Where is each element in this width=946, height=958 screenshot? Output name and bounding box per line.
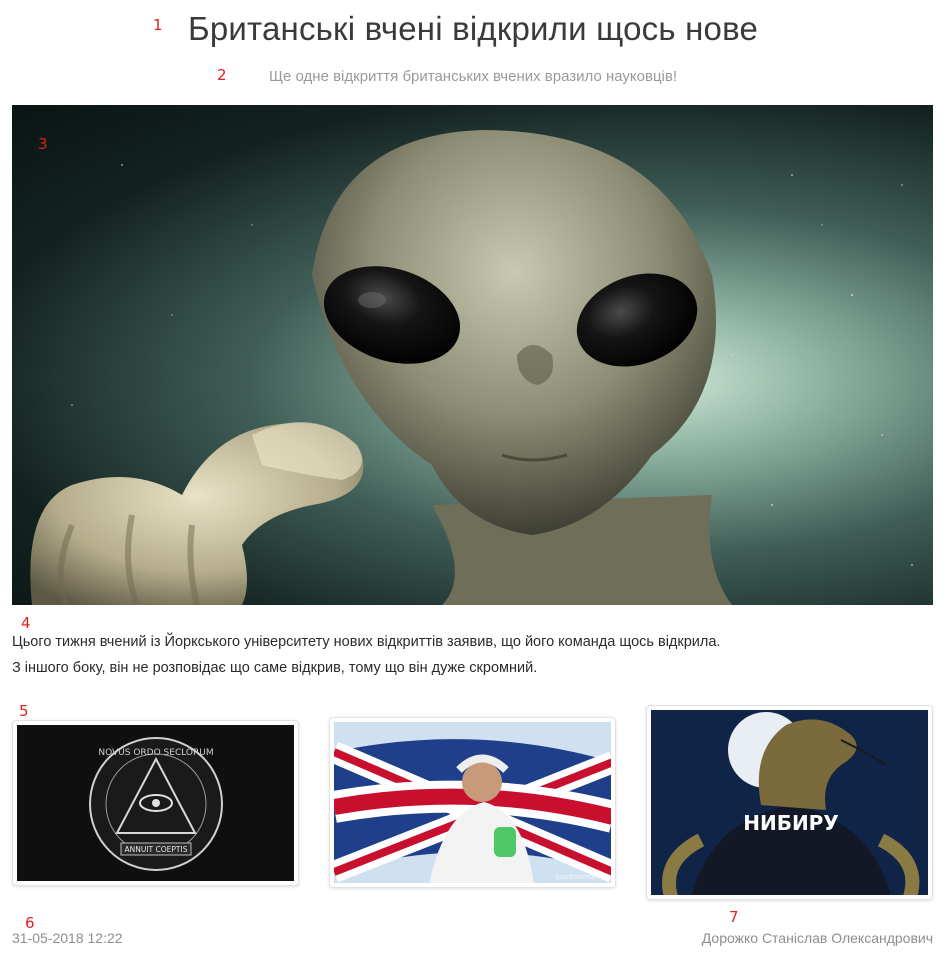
watermark-text: quickmeme xyxy=(555,873,596,881)
alien-illustration xyxy=(30,130,913,605)
marker-3: 3 xyxy=(38,135,48,153)
author-name: Дорожко Станіслав Олександрович xyxy=(701,930,933,946)
publish-date: 31-05-2018 12:22 xyxy=(12,930,123,946)
illuminati-seal-image: NOVUS ORDO SECLORUM ANNUIT COEPTIS xyxy=(89,737,223,871)
gallery-thumb-scientist[interactable]: quickmeme xyxy=(329,717,616,888)
article-paragraph: З іншого боку, він не розповідає що саме… xyxy=(12,660,538,676)
gallery-thumb-nibiru[interactable]: НИБИРУ xyxy=(646,705,933,900)
scientist-flag-image: quickmeme xyxy=(334,722,611,883)
marker-5: 5 xyxy=(19,702,29,720)
seal-text-bottom: ANNUIT COEPTIS xyxy=(125,845,188,854)
gallery-thumb-illuminati[interactable]: NOVUS ORDO SECLORUM ANNUIT COEPTIS xyxy=(12,720,299,886)
hero-image-alien xyxy=(12,105,933,605)
article-paragraph: Цього тижня вчений із Йоркського універс… xyxy=(12,634,721,650)
shirt-text: НИБИРУ xyxy=(743,811,839,835)
seal-text-top: NOVUS ORDO SECLORUM xyxy=(98,748,213,758)
reptilian-nibiru-image: НИБИРУ xyxy=(651,710,928,895)
marker-7: 7 xyxy=(729,908,739,926)
marker-4: 4 xyxy=(21,614,31,632)
page-title: Британські вчені відкрили щось нове xyxy=(188,10,758,47)
page-subtitle: Ще одне відкриття британських вчених вра… xyxy=(268,68,678,85)
